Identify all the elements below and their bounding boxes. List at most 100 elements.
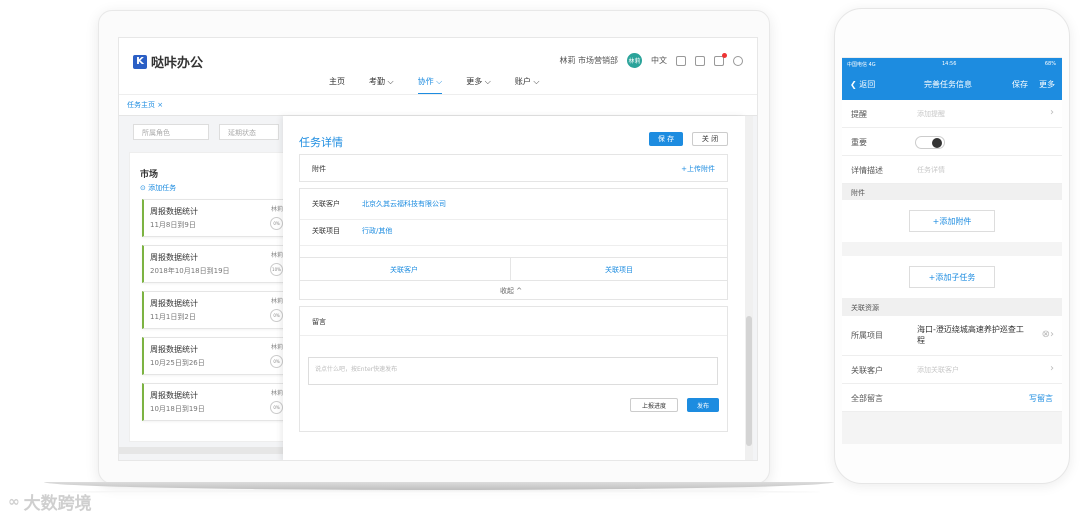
task-list: 市场 ⊙ 添加任务 周报数据统计 11月8日到9日 林莉 0% 周报数据统计 2… [129,152,290,442]
description-label: 详情描述 [851,166,883,175]
comment-section: 留言 说点什么吧，按Enter快速发布 上报进度 发布 [299,306,728,432]
important-toggle[interactable] [915,136,945,149]
panel-title: 任务详情 [299,136,343,149]
attachment-area: +添加附件 [842,200,1062,242]
collapse-toggle[interactable]: 收起 ^ [500,286,522,296]
delay-filter-select[interactable]: 延期状态 [219,124,279,140]
task-card[interactable]: 周报数据统计 2018年10月18日到19日 林莉 10% [142,245,290,283]
close-button[interactable]: 关 闭 [692,132,728,146]
customer-label: 关联客户 [851,366,883,375]
task-card[interactable]: 周报数据统计 10月25日到26日 林莉 0% [142,337,290,375]
phone-more-button[interactable]: 更多 [1039,79,1055,90]
add-attachment-button[interactable]: +添加附件 [909,210,995,232]
attachment-header-label: 附件 [851,189,865,197]
notification-dot [722,52,727,58]
lock-icon[interactable] [695,55,705,66]
nav-item-account[interactable]: 账户 ⌵ [515,76,540,94]
laptop-base [44,482,834,490]
status-time: 14:56 [942,61,957,67]
nav-item-attendance[interactable]: 考勤 ⌵ [369,76,394,94]
resource-header-label: 关联资源 [851,304,879,312]
description-value: 任务详情 [917,166,945,174]
add-subtask-button[interactable]: +添加子任务 [909,266,995,288]
list-title: 市场 [140,170,159,180]
report-progress-button[interactable]: 上报进度 [630,398,678,412]
phone-title: 完善任务信息 [924,80,972,89]
power-icon[interactable] [733,55,743,66]
language-switch[interactable]: 中文 [651,55,667,66]
watermark-text: 大数跨境 [23,494,92,514]
customer-row[interactable]: 关联客户 添加关联客户 › [842,356,1062,384]
mobile-app-screen: 中国电信 4G 14:56 68% ❮ 返回 完善任务信息 保存 更多 提醒 添… [842,57,1062,444]
user-name: 林莉 市场营销部 [559,56,618,65]
horizontal-scrollbar[interactable] [119,447,283,454]
customer-label: 关联客户 [312,200,340,208]
tab-related-project[interactable]: 关联项目 [605,265,633,275]
tab-related-customer[interactable]: 关联客户 [390,265,418,275]
chevron-right-icon: › [1050,363,1054,374]
phone-save-button[interactable]: 保存 [1012,79,1028,90]
tab-bar: 任务主页 × [119,94,757,116]
phone-status-bar: 中国电信 4G 14:56 68% [842,58,1062,70]
task-title: 周报数据统计 [150,391,198,400]
project-row[interactable]: 所属项目 海口-澄迈绕城高速养护巡查工程 ⊗› [842,316,1062,356]
watermark-logo-icon: ∞ [8,493,20,510]
clear-chevron-icon[interactable]: ⊗› [1042,329,1054,340]
task-progress: 0% [270,401,283,414]
task-date: 2018年10月18日到19日 [150,267,230,275]
vertical-scrollbar[interactable] [745,116,753,460]
task-owner: 林莉 [270,344,283,351]
role-filter-select[interactable]: 所属角色 [133,124,209,140]
nav-item-home[interactable]: 主页 [329,76,345,94]
task-progress: 10% [270,263,283,276]
task-owner: 林莉 [270,390,283,397]
back-button[interactable]: ❮ 返回 [850,79,875,90]
tab-task-home[interactable]: 任务主页 × [127,100,163,110]
description-row[interactable]: 详情描述 任务详情 [842,156,1062,184]
task-title: 周报数据统计 [150,207,198,216]
project-value-link[interactable]: 行政/其他 [362,226,392,236]
nav-item-more[interactable]: 更多 ⌵ [466,76,491,94]
shirt-icon[interactable] [676,55,686,66]
attachment-label: 附件 [312,165,326,173]
save-button[interactable]: 保 存 [649,132,683,146]
avatar[interactable]: 林莉 [627,53,642,68]
watermark: ∞ 大数跨境 [8,489,92,515]
scroll-thumb[interactable] [746,316,752,446]
task-owner: 林莉 [270,206,283,213]
important-label: 重要 [851,138,867,147]
customer-value-link[interactable]: 北京久其云福科技有限公司 [362,199,446,209]
task-title: 周报数据统计 [150,345,198,354]
project-value: 海口-澄迈绕城高速养护巡查工程 [917,325,1024,345]
task-card[interactable]: 周报数据统计 11月1日到2日 林莉 0% [142,291,290,329]
write-comment-link[interactable]: 写留言 [1029,393,1053,404]
upload-attachment-link[interactable]: +上传附件 [681,164,715,174]
task-title: 周报数据统计 [150,253,198,262]
battery-text: 68% [1044,61,1056,67]
task-title: 周报数据统计 [150,299,198,308]
task-card[interactable]: 周报数据统计 10月18日到19日 林莉 0% [142,383,290,421]
nav-item-collaboration[interactable]: 协作 ⌵ [417,76,443,94]
remind-row[interactable]: 提醒 添加提醒 › [842,100,1062,128]
phone-header: ❮ 返回 完善任务信息 保存 更多 [842,70,1062,100]
desktop-app-window: K 哒咔办公 主页 考勤 ⌵ 协作 ⌵ 更多 ⌵ 账户 ⌵ 林莉 市场营销部 林… [118,37,758,461]
app-title: 哒咔办公 [151,56,204,71]
back-label: 返回 [859,80,876,89]
project-label: 关联项目 [312,227,340,235]
bell-icon[interactable] [714,52,727,66]
task-progress: 0% [270,309,283,322]
subtask-area: +添加子任务 [842,256,1062,298]
customer-value: 添加关联客户 [917,366,959,374]
publish-button[interactable]: 发布 [687,398,719,412]
attachment-header: 附件 [842,184,1062,200]
comment-input[interactable]: 说点什么吧，按Enter快速发布 [308,357,718,385]
related-section: 关联客户 北京久其云福科技有限公司 关联项目 行政/其他 关联客户 关联项目 收… [299,188,728,300]
app-logo: K 哒咔办公 [133,52,203,71]
task-progress: 0% [270,355,283,368]
project-label: 所属项目 [851,331,883,340]
add-task-button[interactable]: ⊙ 添加任务 [140,183,176,193]
task-card[interactable]: 周报数据统计 11月8日到9日 林莉 0% [142,199,290,237]
comments-row: 全部留言 写留言 [842,384,1062,412]
task-date: 11月1日到2日 [150,313,196,321]
resource-header: 关联资源 [842,298,1062,316]
